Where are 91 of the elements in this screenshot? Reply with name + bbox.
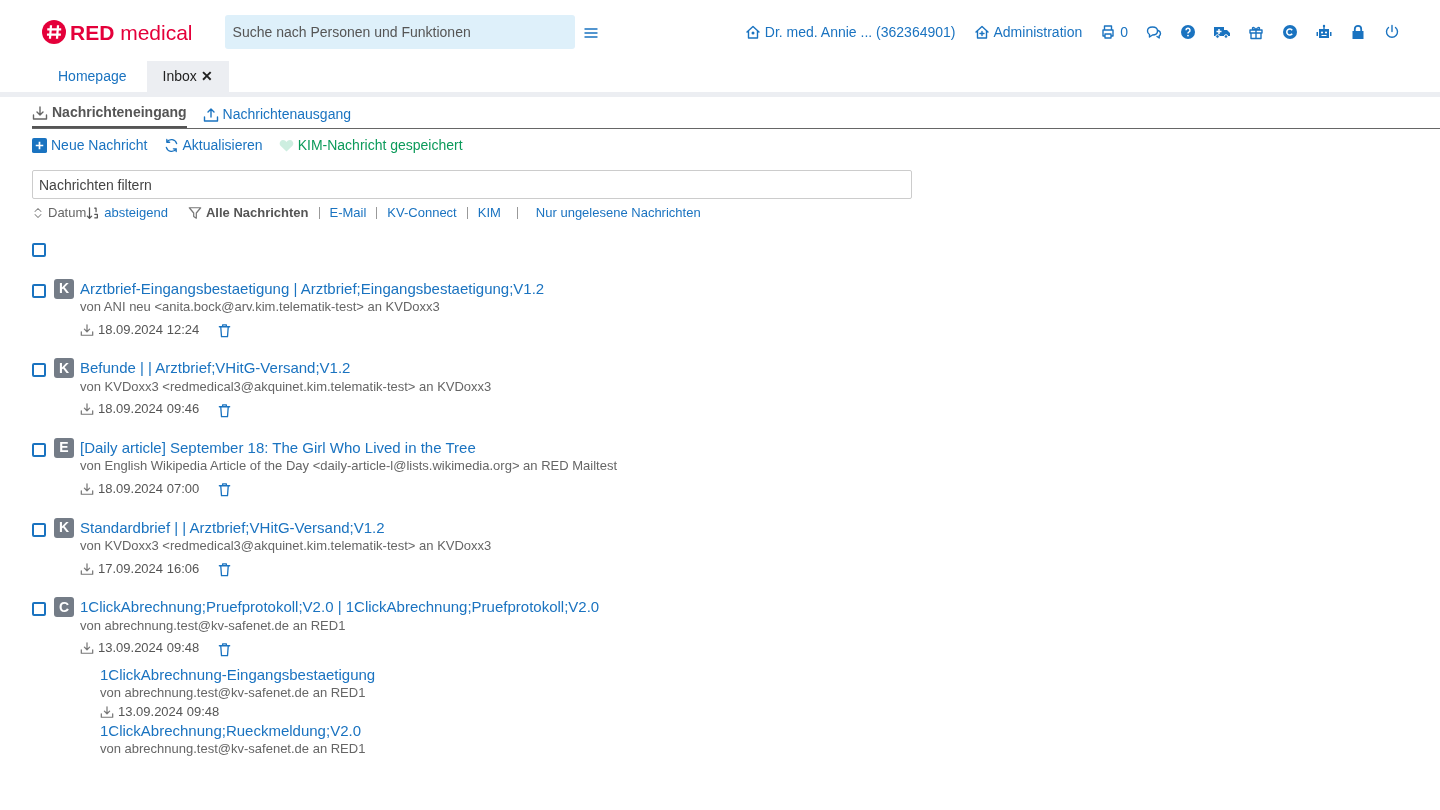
print-button[interactable]: 0 [1100,21,1128,43]
unread-filter[interactable]: Nur ungelesene Nachrichten [535,203,701,223]
received-date: 18.09.2024 07:00 [98,479,200,498]
subtab[interactable]: Nachrichtenausgang [202,104,351,128]
trash-icon [217,641,233,657]
refresh-button[interactable]: Aktualisieren [163,135,263,156]
received-date: 13.09.2024 09:48 [118,702,220,721]
sort-icon [32,206,44,219]
printer-icon [1100,24,1117,40]
download-icon [80,641,94,656]
type-badge: C [54,597,74,618]
upload-icon [202,106,219,123]
received-date: 17.09.2024 16:06 [98,559,200,578]
message-subject[interactable]: Befunde | | Arztbrief;VHitG-Versand;V1.2 [80,358,492,378]
trash-icon [217,482,233,498]
download-icon [32,104,48,121]
type-badge: K [54,278,74,299]
filter-icon [187,205,202,220]
message-checkbox[interactable] [32,522,46,537]
chat-icon [1146,24,1162,40]
download-icon [80,561,94,576]
sort-descending-icon [86,205,101,220]
message-subject[interactable]: 1ClickAbrechnung-Eingangsbestaetigung [100,664,600,685]
home-plus-icon [973,24,990,40]
plus-icon [32,138,47,153]
message-sender: von English Wikipedia Article of the Day <daily-article-l@lists.wikimedia.org> an RED Mailtest [80,457,617,476]
search-field[interactable]: Suche nach Personen und Funktionen [224,15,575,49]
source-filter[interactable]: KV-Connect [387,203,457,223]
truck-icon [1214,24,1230,40]
download-icon [80,482,94,497]
received-date: 18.09.2024 12:24 [98,320,200,339]
received-date: 13.09.2024 09:48 [98,639,200,658]
sort-order-link[interactable]: absteigend [104,203,168,223]
message-subject[interactable]: Standardbrief | | Arztbrief;VHitG-Versand;V1.2 [80,517,492,538]
tab[interactable]: Inbox ✕ [146,61,229,92]
message-checkbox[interactable] [32,602,46,617]
logo-icon [42,20,66,44]
gift-icon [1248,24,1264,40]
message-subject[interactable]: 1ClickAbrechnung;Pruefprotokoll;V2.0 | 1ClickAbrechnung;Pruefprotokoll;V2.0 [80,597,600,617]
message-sender: von abrechnung.test@kv-safenet.de an RED1 [100,684,367,703]
user-button[interactable]: Dr. med. Annie ... (362364901) [744,21,956,43]
source-filter[interactable]: Alle Nachrichten [205,203,309,223]
help-button[interactable] [1180,24,1196,40]
administration-button[interactable]: Administration [973,21,1083,43]
refresh-icon [163,138,179,153]
type-badge: E [54,437,74,458]
type-badge: K [54,358,74,379]
copyright-button[interactable] [1282,24,1298,40]
message-checkbox[interactable] [32,283,46,298]
download-icon [100,704,114,719]
source-filter[interactable]: E-Mail [329,203,367,223]
message-sender: von KVDoxx3 <redmedical3@akquinet.kim.telematik-test> an KVDoxx3 [80,377,492,396]
sort-label: Datum [48,204,87,222]
message-sender: von abrechnung.test@kv-safenet.de an RED1 [80,616,347,635]
message-checkbox[interactable] [32,442,46,457]
trash-icon [217,562,233,578]
gift-button[interactable] [1248,24,1264,40]
message-subject[interactable]: 1ClickAbrechnung;Rueckmeldung;V2.0 [100,720,600,741]
message-sender: von abrechnung.test@kv-safenet.de an RED1 [100,740,367,759]
lock-icon [1350,24,1366,40]
trash-icon [217,323,233,338]
subtab[interactable]: Nachrichteneingang [32,102,187,128]
heart-icon [278,138,294,153]
robot-icon [1316,24,1332,40]
delivery-button[interactable] [1214,24,1230,40]
message-sender: von ANI neu <anita.bock@arv.kim.telematik-test> an KVDoxx3 [80,298,441,316]
download-icon [80,402,94,417]
received-date: 18.09.2024 09:46 [98,400,200,419]
lock-button[interactable] [1350,24,1366,40]
tab[interactable]: Homepage [42,61,143,92]
chat-button[interactable] [1146,24,1162,40]
message-subject[interactable]: Arztbrief-Eingangsbestaetigung | Arztbrief;Eingangsbestaetigung;V1.2 [80,278,545,298]
power-icon [1384,24,1400,40]
logout-button[interactable] [1384,24,1400,40]
filter-field[interactable]: Nachrichten filtern [32,170,912,199]
source-filter[interactable]: KIM [477,203,501,223]
trash-icon [217,402,233,418]
message-sender: von KVDoxx3 <redmedical3@akquinet.kim.telematik-test> an KVDoxx3 [80,537,492,556]
saved-status: KIM-Nachricht gespeichert [278,135,463,156]
type-badge: K [54,517,74,538]
close-icon[interactable]: ✕ [200,68,213,84]
new-message-button[interactable]: Neue Nachricht [32,135,148,156]
home-user-icon [744,24,761,40]
download-icon [80,322,94,337]
copyright-icon [1282,24,1298,40]
message-subject[interactable]: [Daily article] September 18: The Girl Who Lived in the Tree [80,437,617,458]
brand-logo-text: RED medical [70,21,193,43]
select-all-checkbox[interactable] [32,242,46,257]
message-checkbox[interactable] [32,363,46,378]
help-icon [1180,24,1196,40]
bot-button[interactable] [1316,24,1332,40]
